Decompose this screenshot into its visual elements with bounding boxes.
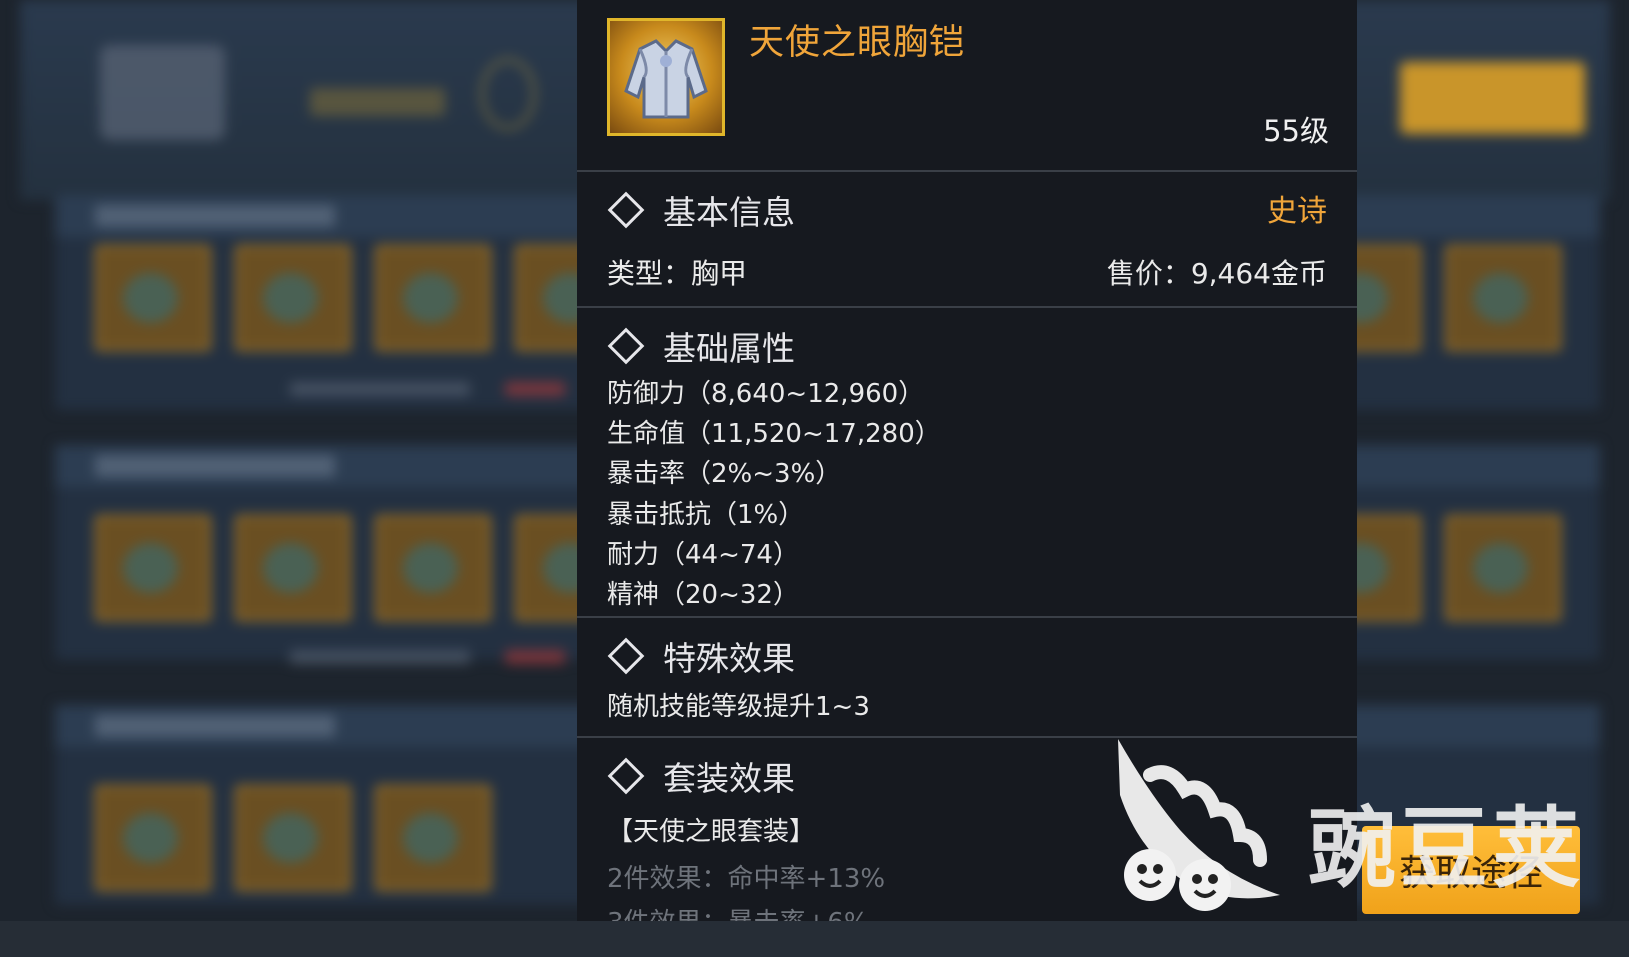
diamond-icon [607, 191, 645, 229]
divider [577, 170, 1357, 172]
bg-gold-button [1400, 62, 1585, 134]
item-name: 天使之眼胸铠 [749, 23, 966, 63]
section-basic-info-header: 基本信息 [607, 186, 795, 234]
section-title: 特殊效果 [663, 639, 795, 678]
section-base-attributes-header: 基础属性 [607, 322, 795, 370]
item-price: 售价：9,464金币 [1106, 257, 1327, 290]
pea-mascot-watermark-icon [1118, 739, 1280, 911]
rarity-label: 史诗 [1267, 194, 1327, 229]
attribute-line: 暴击率（2%~3%） [607, 459, 842, 489]
set-name: 【天使之眼套装】 [607, 817, 816, 847]
bottom-strip [0, 921, 1629, 957]
diamond-icon [607, 327, 645, 365]
attribute-line: 耐力（44~74） [607, 540, 799, 570]
attribute-line: 防御力（8,640~12,960） [607, 379, 925, 409]
section-title: 基础属性 [663, 329, 795, 368]
section-set-effect-header: 套装效果 [607, 752, 795, 800]
divider [577, 616, 1357, 618]
attribute-line: 生命值（11,520~17,280） [607, 419, 941, 449]
diamond-icon [607, 637, 645, 675]
chest-armor-icon [607, 18, 725, 136]
section-title: 基本信息 [663, 193, 795, 232]
bg-avatar [100, 45, 225, 140]
section-title: 套装效果 [663, 759, 795, 798]
watermark-text: 豌豆荚 [1308, 797, 1585, 900]
item-level: 55级 [1263, 114, 1329, 148]
section-special-effect-header: 特殊效果 [607, 632, 795, 680]
item-type: 类型：胸甲 [607, 257, 748, 290]
attribute-line: 精神（20~32） [607, 580, 799, 610]
diamond-icon [607, 757, 645, 795]
set-effect-line: 2件效果：命中率+13% [607, 864, 886, 894]
special-effect-text: 随机技能等级提升1~3 [607, 692, 870, 722]
divider [577, 306, 1357, 308]
set-effect-line: 3件效果：暴击率+6% [607, 902, 869, 921]
bg-shield-icon [480, 58, 536, 130]
attribute-line: 暴击抵抗（1%） [607, 500, 805, 530]
bg-title [310, 88, 445, 116]
